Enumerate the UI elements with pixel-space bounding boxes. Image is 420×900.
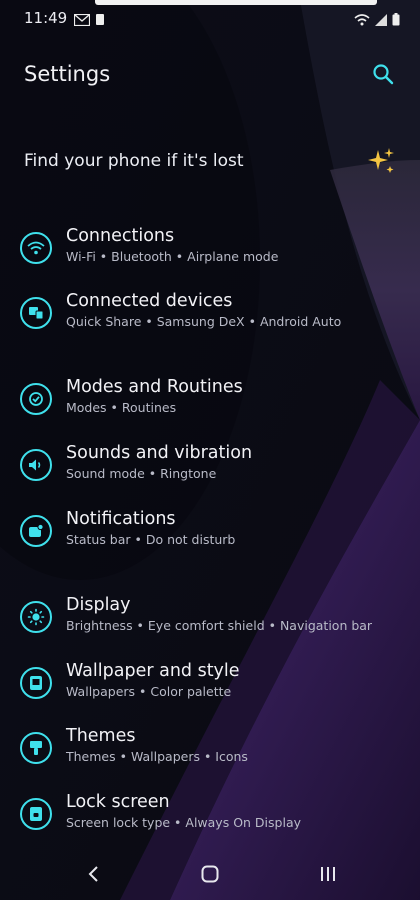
recents-icon (319, 865, 337, 887)
check-circle-icon (20, 383, 52, 415)
item-subtitle: Wallpapers • Color palette (66, 684, 232, 699)
find-phone-suggestion[interactable]: Find your phone if it's lost (24, 146, 396, 180)
search-icon (372, 64, 394, 89)
battery-icon (392, 11, 400, 30)
back-icon (87, 865, 101, 887)
search-button[interactable] (372, 63, 402, 93)
status-time: 11:49 (24, 9, 68, 27)
settings-item-display[interactable]: Display Brightness • Eye comfort shield … (0, 595, 420, 663)
battery-small-icon (95, 11, 105, 30)
status-left-icons (73, 11, 105, 30)
gmail-icon (73, 11, 91, 30)
settings-item-connections[interactable]: Connections Wi-Fi • Bluetooth • Airplane… (0, 226, 420, 294)
item-subtitle: Sound mode • Ringtone (66, 466, 217, 481)
navigation-bar (0, 850, 420, 900)
settings-item-modes-routines[interactable]: Modes and Routines Modes • Routines (0, 377, 420, 445)
home-button[interactable] (190, 858, 230, 894)
settings-item-connected-devices[interactable]: Connected devices Quick Share • Samsung … (0, 291, 420, 359)
item-title: Display (66, 595, 131, 615)
speaker-icon (20, 449, 52, 481)
brightness-icon (20, 601, 52, 633)
item-title: Connected devices (66, 291, 233, 311)
item-subtitle: Brightness • Eye comfort shield • Naviga… (66, 618, 373, 633)
item-subtitle: Status bar • Do not disturb (66, 532, 236, 547)
status-right-icons (354, 11, 400, 30)
item-title: Wallpaper and style (66, 661, 240, 681)
item-subtitle: Wi-Fi • Bluetooth • Airplane mode (66, 249, 279, 264)
item-subtitle: Quick Share • Samsung DeX • Android Auto (66, 314, 342, 329)
devices-icon (20, 297, 52, 329)
settings-item-wallpaper-style[interactable]: Wallpaper and style Wallpapers • Color p… (0, 661, 420, 729)
item-title: Lock screen (66, 792, 170, 812)
item-title: Themes (66, 726, 136, 746)
home-icon (200, 864, 220, 888)
signal-icon (375, 11, 387, 30)
item-title: Connections (66, 226, 175, 246)
item-title: Notifications (66, 509, 176, 529)
item-subtitle: Themes • Wallpapers • Icons (66, 749, 248, 764)
find-phone-label: Find your phone if it's lost (24, 151, 244, 171)
status-bar-highlight (95, 0, 377, 5)
item-title: Modes and Routines (66, 377, 243, 397)
wallpaper-icon (20, 667, 52, 699)
brush-icon (20, 732, 52, 764)
item-title: Sounds and vibration (66, 443, 253, 463)
page-title: Settings (24, 62, 111, 86)
wifi-icon (354, 11, 370, 30)
lock-icon (20, 798, 52, 830)
settings-item-themes[interactable]: Themes Themes • Wallpapers • Icons (0, 726, 420, 794)
wifi-icon (20, 232, 52, 264)
back-button[interactable] (74, 858, 114, 894)
recents-button[interactable] (308, 858, 348, 894)
status-bar: 11:49 (0, 0, 420, 34)
item-subtitle: Screen lock type • Always On Display (66, 815, 301, 830)
settings-item-sounds-vibration[interactable]: Sounds and vibration Sound mode • Ringto… (0, 443, 420, 511)
settings-item-notifications[interactable]: Notifications Status bar • Do not distur… (0, 509, 420, 577)
sparkle-icon (366, 146, 396, 176)
item-subtitle: Modes • Routines (66, 400, 177, 415)
notification-icon (20, 515, 52, 547)
